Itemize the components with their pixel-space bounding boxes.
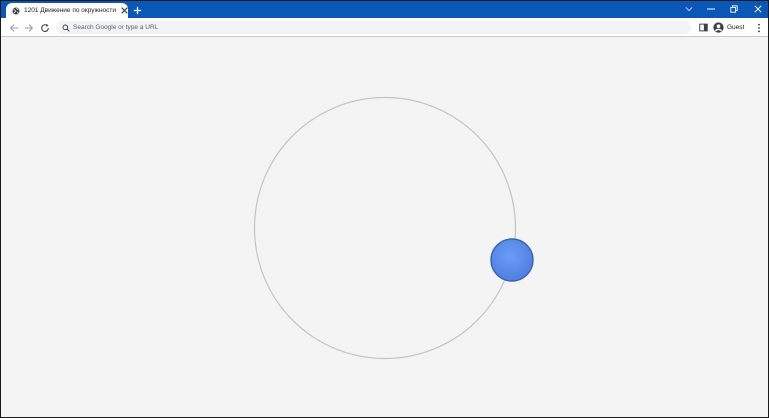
- globe-icon: [11, 6, 20, 15]
- back-arrow-icon[interactable]: [8, 22, 19, 33]
- omnibox-placeholder: Search Google or type a URL: [73, 24, 159, 31]
- profile-label: Guest: [727, 24, 745, 31]
- close-icon[interactable]: [120, 7, 128, 15]
- tab-title: 1201 Движение по окружности: [24, 7, 117, 14]
- orbit-circle: [253, 96, 517, 360]
- browser-window: 1201 Движение по окружности Search Googl…: [0, 0, 769, 418]
- tab-strip: 1201 Движение по окружности: [1, 1, 768, 18]
- restore-icon[interactable]: [727, 3, 741, 15]
- profile-button[interactable]: Guest: [713, 21, 744, 34]
- side-panel-icon[interactable]: [698, 22, 709, 33]
- window-close-icon[interactable]: [751, 3, 765, 15]
- plus-icon[interactable]: [131, 4, 143, 16]
- reload-icon[interactable]: [39, 22, 50, 33]
- tab-active[interactable]: 1201 Движение по окружности: [6, 3, 128, 18]
- chevron-down-icon[interactable]: [682, 3, 696, 15]
- search-icon: [61, 23, 70, 32]
- moving-ball: [490, 238, 534, 282]
- profile-avatar-icon: [713, 22, 724, 33]
- animation-canvas: [253, 96, 534, 360]
- omnibox[interactable]: Search Google or type a URL: [56, 21, 691, 34]
- minimize-icon[interactable]: [704, 3, 718, 15]
- browser-toolbar: Search Google or type a URL Guest: [1, 18, 768, 37]
- kebab-menu-icon[interactable]: [753, 22, 764, 33]
- forward-arrow-icon[interactable]: [23, 22, 34, 33]
- page-content: [1, 38, 768, 417]
